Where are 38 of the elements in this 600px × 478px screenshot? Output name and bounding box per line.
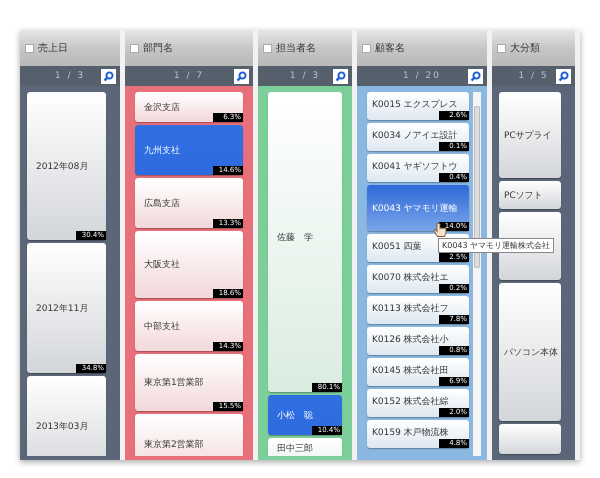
page-count: 1 / 20 xyxy=(403,71,441,81)
item-label: 小松 聡 xyxy=(277,410,313,422)
item-label: PCソフト xyxy=(504,190,543,202)
item-label: K0159 木戸物流株 xyxy=(372,426,449,439)
item-label: 2013年03月 xyxy=(36,420,88,432)
item-label: K0015 エクスプレス xyxy=(372,98,458,111)
item-label: 東京第1営業部 xyxy=(144,376,204,389)
page-count: 1 / 3 xyxy=(290,71,320,81)
item-label: K0113 株式会社フ xyxy=(372,302,449,315)
item-label: PCサプライ xyxy=(504,129,552,142)
page-count: 1 / 5 xyxy=(518,71,549,81)
item-label: K0152 株式会社綜 xyxy=(372,396,449,408)
column-title: 部門名 xyxy=(143,42,173,55)
item-label: 田中三郎 xyxy=(277,442,313,455)
tooltip: K0043 ヤマモリ運輸株式会社 xyxy=(438,238,554,253)
column-title: 大分類 xyxy=(510,42,540,55)
page-count: 1 / 3 xyxy=(54,71,86,81)
item-label: K0034 ノアイエ設計 xyxy=(372,130,458,142)
item-label: パソコン本体 xyxy=(504,346,558,358)
item-label: 東京第2営業部 xyxy=(144,438,204,450)
item-label: 九州支社 xyxy=(144,144,180,156)
item-label: K0126 株式会社小 xyxy=(372,334,449,346)
column-title: 担当者名 xyxy=(276,42,316,55)
item-label: K0145 株式会社田 xyxy=(372,364,449,377)
item-label: K0070 株式会社エ xyxy=(372,272,449,284)
item-label: 2012年08月 xyxy=(36,160,88,172)
column-title: 顧客名 xyxy=(375,42,405,55)
item-label: 金沢支店 xyxy=(144,102,180,114)
item-label: 佐藤 学 xyxy=(277,232,313,244)
column-title: 売上日 xyxy=(38,42,68,55)
item-label: K0041 ヤギソフトウ xyxy=(372,160,458,173)
item-label: 広島支店 xyxy=(144,198,180,210)
item-label: K0051 四葉 xyxy=(372,240,422,253)
item-label: K0043 ヤマモリ運輸 xyxy=(372,202,458,214)
item-label: 大阪支社 xyxy=(144,258,180,271)
item-label: 中部支社 xyxy=(144,320,180,332)
item-label: 2012年11月 xyxy=(36,302,88,314)
page-count: 1 / 7 xyxy=(174,71,204,81)
